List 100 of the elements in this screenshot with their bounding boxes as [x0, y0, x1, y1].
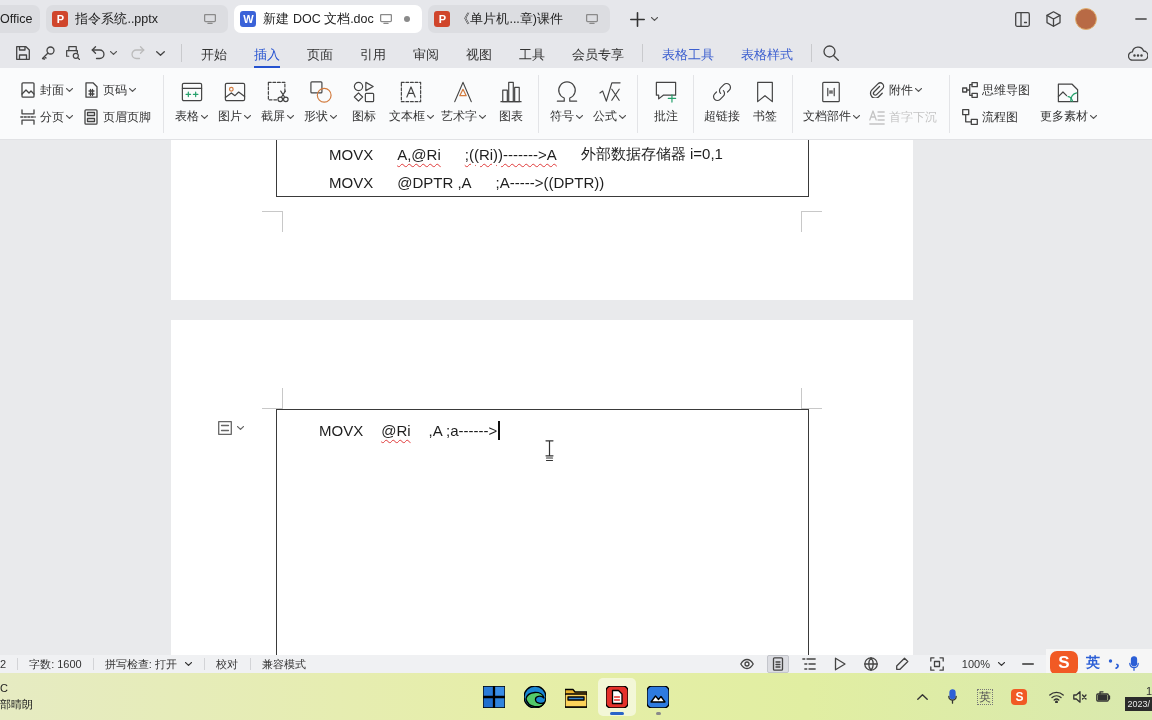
monitor-icon[interactable] [380, 14, 393, 24]
ribbon-button[interactable]: 页码 [83, 79, 151, 101]
input-mode-indicator[interactable]: 英 [977, 688, 994, 705]
ribbon-button[interactable]: 批注 [644, 79, 687, 124]
save-icon[interactable] [16, 46, 30, 60]
margin-corner-mark [801, 388, 822, 409]
plus-icon[interactable] [630, 11, 646, 27]
cover-page-icon [20, 82, 36, 98]
weather-temperature: C [0, 682, 9, 695]
clock-date[interactable]: 2023/ [1125, 697, 1152, 711]
caret-icon [651, 17, 659, 21]
ribbon-button[interactable]: 艺术字 [437, 79, 489, 124]
page-icon [770, 657, 785, 671]
document-app-icon [606, 685, 628, 708]
menu-tab[interactable]: 开始 [187, 38, 240, 68]
file-tab[interactable]: W 新建 DOC 文档.doc [234, 5, 423, 33]
ribbon-button[interactable]: 流程图 [962, 106, 1030, 128]
spell-check-dropdown[interactable]: 拼写检查: 打开 [93, 658, 205, 670]
compat-mode-label: 兼容模式 [260, 658, 307, 670]
shapes-icon [309, 81, 332, 103]
menu-tab[interactable]: 工具 [505, 38, 558, 68]
battery-icon[interactable] [1096, 690, 1112, 703]
file-type-badge: P [434, 11, 451, 27]
menu-tab[interactable]: 会员专享 [558, 38, 637, 68]
text-box-icon [400, 81, 422, 103]
search-icon[interactable] [823, 45, 839, 61]
key-icon[interactable] [41, 46, 55, 60]
proofread-button[interactable]: 校对 [204, 658, 251, 670]
file-tab[interactable]: Office [0, 5, 41, 33]
wifi-icon[interactable] [1049, 690, 1065, 703]
code-text: MOVX [329, 173, 374, 191]
menu-tab[interactable]: 表格样式 [727, 38, 806, 68]
chevron-down-icon[interactable] [156, 50, 165, 56]
ribbon-button[interactable]: 思维导图 [962, 79, 1030, 101]
page-number-icon [83, 82, 99, 98]
clock-time[interactable]: 1 [1145, 685, 1152, 697]
symbol-set-icon [352, 81, 375, 103]
menu-tab[interactable]: 页面 [293, 38, 346, 68]
undo-icon[interactable] [91, 46, 105, 60]
flowchart-icon [962, 109, 978, 125]
split-view-icon[interactable] [1015, 11, 1030, 27]
square-root-icon [598, 81, 621, 103]
code-text: MOVX [329, 145, 374, 163]
file-tab[interactable]: P 《单片机...章)课件 [428, 5, 611, 33]
fit-screen-icon[interactable] [929, 657, 944, 671]
view-mode-button[interactable] [766, 655, 789, 673]
ribbon-button[interactable]: 图表 [489, 79, 532, 124]
zoom-dropdown[interactable]: 100% [943, 658, 1005, 670]
ribbon-button[interactable]: 分页 [20, 106, 73, 128]
image-icon [223, 81, 246, 103]
menu-tab[interactable]: 视图 [452, 38, 505, 68]
punctuation-icon[interactable] [1108, 657, 1120, 669]
cube-icon[interactable] [1046, 11, 1061, 27]
picture-leaf-icon [1057, 81, 1079, 103]
ribbon-button[interactable]: 截屏 [256, 79, 299, 124]
code-text: @DPTR ,A [397, 173, 472, 191]
taskbar-app-button[interactable] [598, 677, 636, 716]
monitor-icon[interactable] [586, 14, 599, 24]
ribbon-button[interactable]: 页眉页脚 [83, 106, 151, 128]
code-text: A,@Ri [397, 145, 441, 163]
word-count: 字数: 1600 [18, 658, 94, 670]
ribbon-button[interactable]: 公式 [588, 79, 631, 124]
outline-icon [801, 657, 816, 671]
drop-cap-icon [869, 109, 885, 125]
link-icon [710, 81, 733, 103]
ribbon-button[interactable]: 文档部件 [799, 79, 863, 124]
caret-icon [998, 662, 1005, 666]
margin-corner-mark [262, 211, 283, 232]
cloud-icon[interactable] [1128, 45, 1148, 61]
margin-corner-mark [801, 211, 822, 232]
file-tab[interactable]: P 指令系统..pptx [46, 5, 229, 33]
ribbon-button[interactable]: 附件 [869, 79, 937, 101]
bar-chart-icon [499, 81, 522, 103]
pen-icon [894, 657, 909, 671]
ribbon-button[interactable]: 图标 [342, 79, 385, 124]
microphone-icon[interactable] [1129, 655, 1139, 671]
ribbon-button[interactable]: 表格 [170, 79, 213, 124]
ribbon-button[interactable]: 书签 [743, 79, 786, 124]
menu-tab[interactable]: 表格工具 [648, 38, 727, 68]
ribbon-button[interactable]: 封面 [20, 79, 73, 101]
globe-icon [863, 657, 878, 671]
table-handle-icon[interactable] [218, 421, 232, 435]
document-parts-icon [820, 81, 842, 103]
microphone-icon[interactable] [948, 689, 958, 704]
ribbon-button[interactable]: 图片 [213, 79, 256, 124]
input-mode-toggle[interactable]: 英 [1086, 654, 1100, 672]
print-preview-icon[interactable] [66, 46, 80, 60]
file-type-badge: W [240, 11, 257, 27]
monitor-icon[interactable] [204, 14, 217, 24]
avatar[interactable] [1075, 8, 1097, 30]
text-caret [498, 420, 501, 440]
muted-speaker-icon[interactable] [1073, 690, 1088, 703]
menu-tab[interactable]: 审阅 [399, 38, 452, 68]
chevron-up-icon[interactable] [917, 693, 929, 700]
ribbon-button[interactable]: 超链接 [700, 79, 743, 124]
ribbon-button[interactable]: 形状 [299, 79, 342, 124]
menu-tab[interactable]: 引用 [346, 38, 399, 68]
ribbon-button[interactable]: 更多素材 [1036, 79, 1100, 124]
ribbon-button[interactable]: 文本框 [385, 79, 437, 124]
ribbon-button[interactable]: 符号 [545, 79, 588, 124]
